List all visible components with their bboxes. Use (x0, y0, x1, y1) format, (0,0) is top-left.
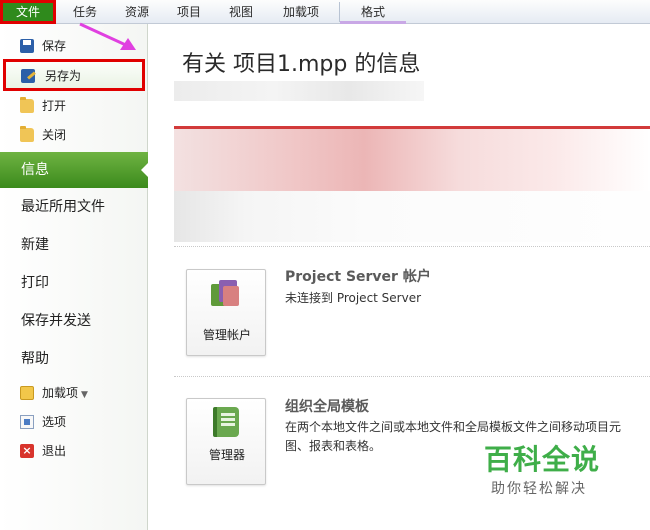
open-label: 打开 (42, 99, 67, 113)
add-ins-label: 加载项 (42, 386, 79, 400)
watermark: 百科全说 助你轻松解决 (458, 432, 628, 508)
nav-info[interactable]: 信息 (0, 152, 149, 188)
nav-save-and-send[interactable]: 保存并发送 (0, 303, 148, 339)
open-folder-icon (20, 97, 34, 113)
backstage-sidebar: 保存 另存为 打开 关闭 信息 最近所用文件 新建 打印 保存并发送 帮助 加载… (0, 24, 149, 530)
nav-recent[interactable]: 最近所用文件 (0, 189, 148, 225)
close-folder-icon (20, 126, 34, 142)
organizer-button[interactable]: 管理器 (186, 398, 266, 485)
options-icon (20, 415, 34, 429)
save-as-command[interactable]: 另存为 (3, 59, 145, 91)
nav-help[interactable]: 帮助 (0, 341, 148, 377)
tab-add-ins[interactable]: 加载项 (272, 0, 330, 24)
section-divider (174, 246, 650, 247)
blurred-banner (174, 126, 650, 242)
nav-new[interactable]: 新建 (0, 227, 148, 263)
add-ins-icon (20, 386, 34, 400)
options-command[interactable]: 选项 (0, 409, 148, 435)
nav-print[interactable]: 打印 (0, 265, 148, 301)
tab-file[interactable]: 文件 (0, 0, 56, 24)
tab-view[interactable]: 视图 (218, 0, 264, 24)
blurred-banner-lower (174, 191, 650, 242)
page-title: 有关 项目1.mpp 的信息 (182, 52, 421, 77)
project-server-status: 未连接到 Project Server (285, 291, 422, 305)
watermark-subtitle: 助你轻松解决 (491, 481, 587, 497)
organizer-label: 管理器 (208, 448, 245, 462)
tab-project[interactable]: 项目 (166, 0, 212, 24)
exit-icon: × (20, 444, 34, 458)
manage-accounts-button[interactable]: 管理帐户 (186, 269, 266, 356)
watermark-title: 百科全说 (484, 443, 601, 476)
exit-label: 退出 (42, 444, 67, 458)
save-as-icon (21, 69, 35, 83)
tab-format[interactable]: 格式 (340, 0, 406, 24)
close-label: 关闭 (42, 128, 67, 142)
manage-accounts-label: 管理帐户 (202, 328, 251, 342)
save-as-label: 另存为 (45, 69, 82, 83)
save-icon (20, 39, 34, 53)
chevron-down-icon: ▼ (81, 390, 88, 400)
organizer-icon (213, 407, 239, 437)
accounts-icon (211, 280, 241, 310)
section-divider (174, 376, 650, 377)
global-template-heading: 组织全局模板 (285, 399, 369, 415)
options-label: 选项 (42, 415, 67, 429)
open-command[interactable]: 打开 (0, 93, 148, 119)
annotation-arrow-icon (79, 22, 136, 50)
exit-command[interactable]: × 退出 (0, 438, 148, 464)
close-command[interactable]: 关闭 (0, 122, 148, 148)
project-server-heading: Project Server 帐户 (285, 269, 431, 285)
global-template-desc-2: 图、报表和表格。 (285, 439, 382, 453)
add-ins-command[interactable]: 加载项 ▼ (0, 380, 148, 406)
blurred-file-path (174, 81, 424, 101)
